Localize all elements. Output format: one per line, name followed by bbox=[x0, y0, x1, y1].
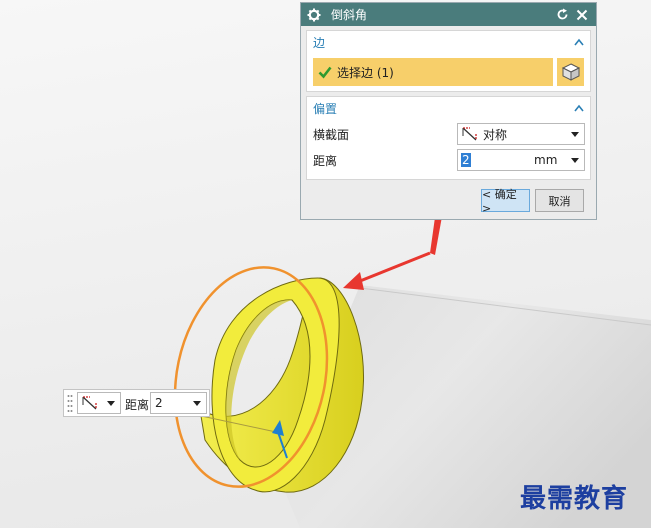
cross-section-select[interactable]: 对称 bbox=[457, 123, 585, 145]
chevron-down-icon[interactable] bbox=[571, 158, 579, 163]
edge-group: 边 选择边 (1) bbox=[306, 30, 591, 92]
distance-label: 距离 bbox=[313, 153, 338, 168]
onscreen-distance-label: 距离 bbox=[125, 398, 150, 412]
drag-handle-icon[interactable] bbox=[67, 393, 73, 415]
cross-section-label: 横截面 bbox=[313, 127, 350, 142]
distance-input[interactable]: 2 mm bbox=[457, 149, 585, 171]
distance-value[interactable]: 2 bbox=[461, 153, 471, 167]
offset-group: 偏置 横截面 对称 距离 2 mm bbox=[306, 96, 591, 180]
onscreen-cross-section-select[interactable] bbox=[77, 392, 121, 414]
offset-group-header[interactable]: 偏置 bbox=[307, 97, 590, 119]
onscreen-distance-value[interactable]: 2 bbox=[155, 396, 163, 410]
select-edge-row[interactable]: 选择边 (1) bbox=[313, 58, 553, 86]
cross-section-row: 横截面 bbox=[313, 123, 349, 145]
ok-button[interactable]: < 确定 > bbox=[481, 188, 530, 215]
select-edge-label: 选择边 (1) bbox=[337, 65, 394, 80]
distance-row: 距离 bbox=[313, 149, 337, 171]
distance-unit: mm bbox=[534, 153, 558, 167]
cube-icon[interactable] bbox=[556, 58, 584, 86]
cancel-button[interactable]: 取消 bbox=[535, 189, 584, 212]
edge-group-label: 边 bbox=[313, 35, 326, 50]
cross-section-value: 对称 bbox=[483, 127, 508, 142]
dialog-titlebar: 倒斜角 bbox=[301, 3, 596, 26]
chevron-up-icon[interactable] bbox=[574, 38, 584, 46]
dialog-title: 倒斜角 bbox=[331, 8, 368, 22]
chevron-up-icon[interactable] bbox=[574, 104, 584, 112]
chevron-down-icon[interactable] bbox=[193, 401, 201, 406]
chamfer-symmetric-icon bbox=[82, 396, 97, 410]
edge-group-header[interactable]: 边 bbox=[307, 31, 590, 53]
chevron-down-icon[interactable] bbox=[107, 401, 115, 406]
onscreen-distance-input[interactable]: 2 bbox=[150, 392, 207, 414]
chevron-down-icon[interactable] bbox=[571, 132, 579, 137]
checkmark-icon bbox=[318, 66, 332, 79]
chamfer-symmetric-icon bbox=[462, 127, 477, 141]
offset-group-label: 偏置 bbox=[313, 101, 338, 116]
reset-icon[interactable] bbox=[554, 7, 570, 23]
close-icon[interactable] bbox=[574, 7, 590, 23]
chamfer-dialog: 倒斜角 边 选择边 (1) 偏置 横截面 对称 距离 2 mm < 确定 > 取… bbox=[300, 2, 597, 220]
watermark-text: 最需教育 bbox=[520, 484, 629, 514]
gear-icon[interactable] bbox=[307, 8, 321, 22]
onscreen-input-box: 距离 2 bbox=[63, 389, 210, 417]
